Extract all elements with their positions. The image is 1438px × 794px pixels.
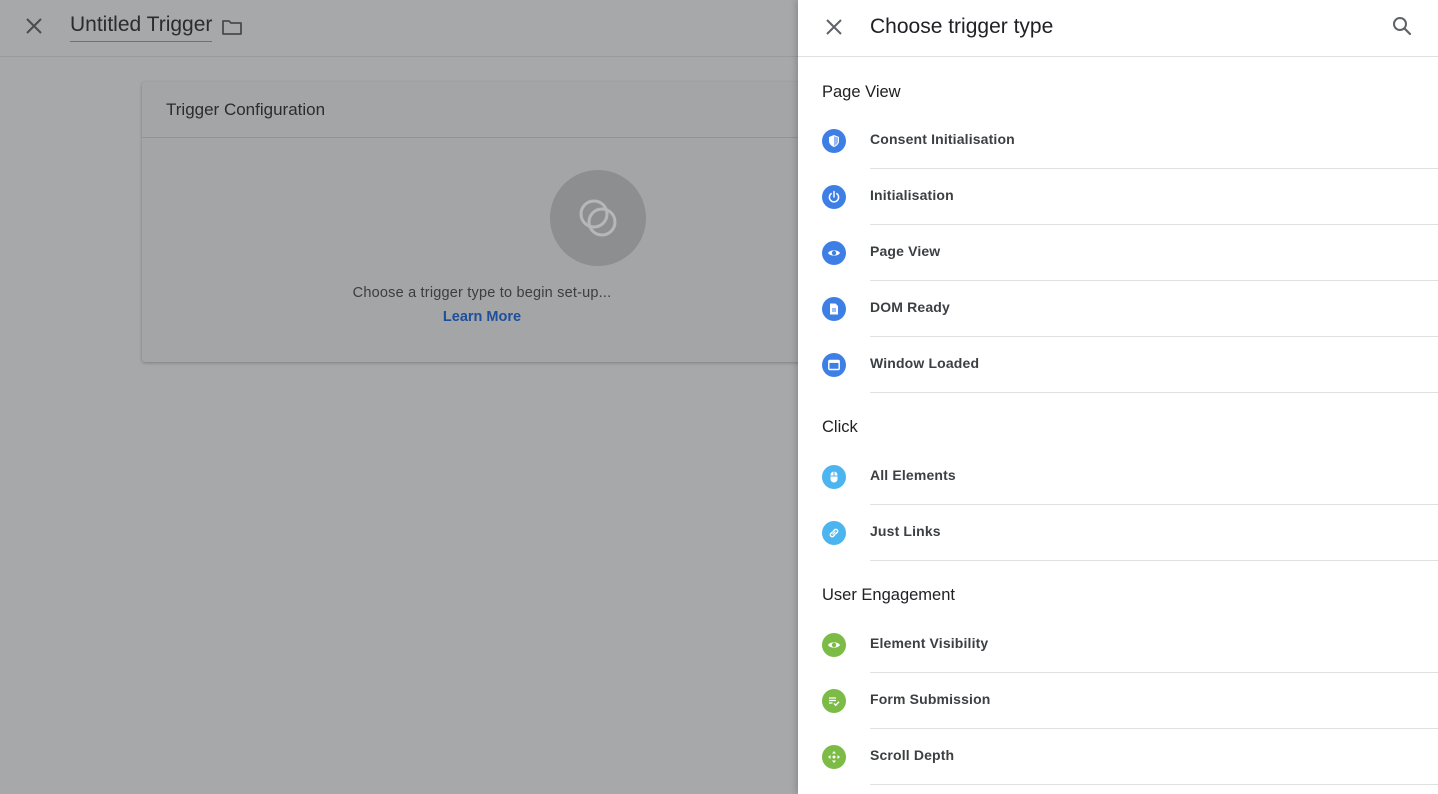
trigger-item-label: DOM Ready	[870, 299, 950, 315]
panel-header: Choose trigger type	[798, 0, 1438, 57]
scroll-move-icon	[822, 745, 846, 769]
card-title: Trigger Configuration	[142, 82, 822, 138]
folder-icon[interactable]	[220, 15, 244, 39]
trigger-item-scroll-depth[interactable]: Scroll Depth	[798, 729, 1438, 785]
trigger-placeholder-icon[interactable]	[550, 170, 646, 266]
trigger-item-dom-ready[interactable]: DOM Ready	[798, 281, 1438, 337]
trigger-item-just-links[interactable]: Just Links	[798, 505, 1438, 561]
trigger-item-all-elements[interactable]: All Elements	[798, 449, 1438, 505]
search-icon[interactable]	[1390, 14, 1414, 38]
eye-icon	[822, 633, 846, 657]
trigger-item-consent-initialisation[interactable]: Consent Initialisation	[798, 113, 1438, 169]
trigger-item-page-view[interactable]: Page View	[798, 225, 1438, 281]
trigger-type-list: Page View Consent Initialisation Initial…	[798, 57, 1438, 785]
divider	[870, 560, 1438, 561]
choose-trigger-type-panel: Choose trigger type Page View Consent In…	[798, 0, 1438, 794]
divider	[870, 784, 1438, 785]
close-icon[interactable]	[822, 15, 846, 39]
trigger-name-field[interactable]: Untitled Trigger	[70, 13, 213, 42]
section-title-user-engagement: User Engagement	[822, 586, 955, 604]
trigger-item-element-visibility[interactable]: Element Visibility	[798, 617, 1438, 673]
trigger-item-label: Just Links	[870, 523, 941, 539]
trigger-item-label: Form Submission	[870, 691, 991, 707]
divider	[870, 392, 1438, 393]
trigger-item-label: Element Visibility	[870, 635, 989, 651]
trigger-item-label: Scroll Depth	[870, 747, 955, 763]
trigger-item-form-submission[interactable]: Form Submission	[798, 673, 1438, 729]
power-icon	[822, 185, 846, 209]
trigger-item-label: Consent Initialisation	[870, 131, 1015, 147]
form-check-icon	[822, 689, 846, 713]
mouse-icon	[822, 465, 846, 489]
section-title-click: Click	[822, 418, 858, 436]
section-title-page-view: Page View	[822, 83, 901, 101]
trigger-item-label: Page View	[870, 243, 941, 259]
panel-title: Choose trigger type	[870, 15, 1054, 38]
trigger-item-initialisation[interactable]: Initialisation	[798, 169, 1438, 225]
shield-icon	[822, 129, 846, 153]
window-icon	[822, 353, 846, 377]
link-icon	[822, 521, 846, 545]
trigger-item-label: Initialisation	[870, 187, 954, 203]
trigger-item-window-loaded[interactable]: Window Loaded	[798, 337, 1438, 393]
trigger-item-label: Window Loaded	[870, 355, 980, 371]
document-icon	[822, 297, 846, 321]
trigger-configuration-card: Trigger Configuration Choose a trigger t…	[142, 82, 822, 362]
close-icon[interactable]	[22, 14, 46, 38]
trigger-item-label: All Elements	[870, 467, 956, 483]
eye-icon	[822, 241, 846, 265]
